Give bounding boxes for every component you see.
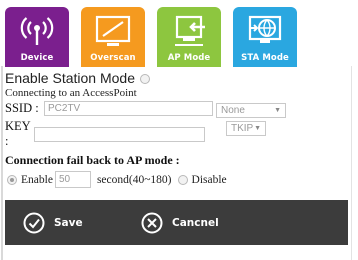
close-circle-icon — [141, 212, 163, 233]
ssid-label: SSID : — [5, 101, 39, 115]
save-button[interactable]: Save — [23, 200, 83, 245]
fallback-heading: Connection fail back to AP mode : — [5, 153, 180, 167]
key-label: KEY : — [5, 119, 31, 148]
check-circle-icon — [23, 212, 45, 233]
key-row: KEY : — [5, 119, 205, 149]
disable-radio[interactable] — [177, 174, 188, 185]
wifi-antenna-icon — [5, 14, 69, 50]
chevron-down-icon: ▼ — [254, 125, 261, 132]
fallback-options: Enable 50 second(40~180) Disable — [5, 171, 227, 188]
tab-device-label: Device — [20, 53, 54, 63]
chevron-down-icon: ▼ — [274, 107, 281, 114]
cancel-button[interactable]: Cancnel — [141, 200, 219, 245]
connection-status: Connecting to an AccessPoint — [5, 87, 137, 99]
tab-sta-mode[interactable]: STA Mode — [233, 7, 297, 67]
overscan-icon — [81, 14, 145, 50]
action-bar: Save Cancnel — [5, 200, 348, 245]
encryption-select-value: TKIP — [231, 123, 254, 134]
key-input[interactable] — [34, 126, 205, 142]
seconds-input[interactable]: 50 — [54, 171, 91, 188]
ap-mode-icon — [157, 14, 221, 50]
save-label: Save — [54, 216, 83, 229]
tab-ap-mode[interactable]: AP Mode — [157, 7, 221, 67]
seconds-label: second(40~180) — [96, 173, 172, 186]
settings-panel: Device Overscan AP Mode STA Mode Enable … — [0, 0, 358, 260]
disable-label: Disable — [191, 173, 227, 186]
security-select[interactable]: None ▼ — [216, 103, 286, 118]
panel-border-right — [351, 66, 352, 260]
tab-overscan[interactable]: Overscan — [81, 7, 145, 67]
tab-overscan-label: Overscan — [90, 53, 136, 63]
encryption-select[interactable]: TKIP ▼ — [226, 121, 266, 136]
station-mode-header: Enable Station Mode — [5, 70, 150, 86]
tab-sta-mode-label: STA Mode — [241, 53, 289, 63]
ssid-input[interactable]: PC2TV — [44, 101, 213, 116]
ssid-row: SSID : PC2TV — [5, 101, 213, 116]
station-mode-radio[interactable] — [139, 74, 150, 84]
panel-border-left — [1, 66, 3, 260]
cancel-label: Cancnel — [172, 216, 219, 229]
tab-ap-mode-label: AP Mode — [167, 53, 211, 63]
security-select-value: None — [221, 105, 245, 116]
enable-radio[interactable] — [7, 174, 17, 185]
station-mode-title: Enable Station Mode — [5, 70, 135, 86]
tab-device[interactable]: Device — [5, 7, 69, 67]
enable-label: Enable — [21, 173, 53, 186]
sta-mode-icon — [233, 14, 297, 50]
